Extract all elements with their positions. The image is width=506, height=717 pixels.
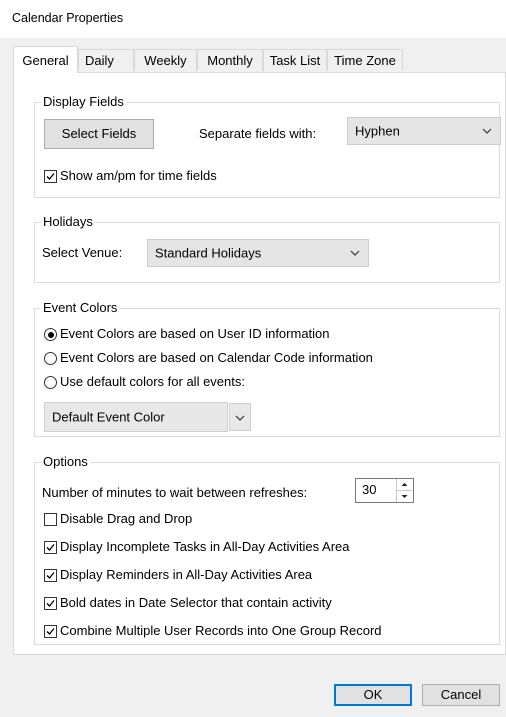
show-ampm-label: Show am/pm for time fields: [60, 168, 217, 183]
cancel-button[interactable]: Cancel: [422, 684, 500, 706]
spinner-down-button[interactable]: [397, 491, 412, 503]
radio-default-colors-label: Use default colors for all events:: [60, 374, 245, 389]
disable-drag-drop-checkbox[interactable]: [44, 513, 57, 526]
tab-monthly[interactable]: Monthly: [197, 49, 263, 71]
tab-weekly[interactable]: Weekly: [134, 49, 197, 71]
separate-fields-label: Separate fields with:: [199, 126, 317, 141]
tab-task-list[interactable]: Task List: [263, 49, 327, 71]
default-color-dropdown-button[interactable]: [229, 403, 251, 431]
incomplete-tasks-checkbox[interactable]: [44, 541, 57, 554]
radio-user-id-label: Event Colors are based on User ID inform…: [60, 326, 330, 341]
bold-dates-label: Bold dates in Date Selector that contain…: [60, 595, 332, 610]
bold-dates-checkbox[interactable]: [44, 597, 57, 610]
ok-button[interactable]: OK: [334, 684, 412, 706]
separator-dropdown[interactable]: Hyphen: [347, 117, 501, 145]
venue-value: Standard Holidays: [155, 245, 262, 261]
checkmark-icon: [46, 628, 55, 635]
radio-selected-dot: [47, 331, 54, 338]
chevron-down-icon: [235, 415, 245, 421]
display-fields-legend: Display Fields: [41, 94, 126, 109]
checkmark-icon: [46, 600, 55, 607]
incomplete-tasks-label: Display Incomplete Tasks in All-Day Acti…: [60, 539, 350, 554]
options-legend: Options: [41, 454, 90, 469]
disable-drag-drop-label: Disable Drag and Drop: [60, 511, 193, 526]
radio-default-colors[interactable]: [44, 376, 57, 389]
separator-value: Hyphen: [355, 123, 400, 139]
event-colors-legend: Event Colors: [41, 300, 120, 315]
checkmark-icon: [46, 572, 55, 579]
tab-time-zone[interactable]: Time Zone: [327, 49, 403, 71]
show-ampm-checkbox[interactable]: [44, 170, 57, 183]
venue-dropdown[interactable]: Standard Holidays: [147, 239, 369, 267]
chevron-down-icon: [482, 128, 492, 134]
combine-records-label: Combine Multiple User Records into One G…: [60, 623, 382, 638]
radio-calendar-code[interactable]: [44, 352, 57, 365]
radio-user-id[interactable]: [44, 328, 57, 341]
checkmark-icon: [46, 173, 55, 180]
window-title: Calendar Properties: [12, 11, 124, 25]
checkmark-icon: [46, 544, 55, 551]
refresh-minutes-spinner[interactable]: 30: [355, 478, 414, 503]
holidays-legend: Holidays: [41, 214, 95, 229]
default-color-value: Default Event Color: [52, 409, 165, 425]
chevron-down-icon: [350, 250, 360, 256]
holidays-group: Holidays Select Venue: Standard Holidays: [34, 214, 500, 283]
reminders-label: Display Reminders in All-Day Activities …: [60, 567, 313, 582]
tab-daily[interactable]: Daily: [78, 49, 134, 71]
caret-down-icon: [401, 494, 408, 498]
default-color-dropdown[interactable]: Default Event Color: [44, 402, 251, 432]
tab-panel-general: Display Fields Select Fields Separate fi…: [13, 72, 506, 655]
tab-strip: General Daily Weekly Monthly Task List T…: [13, 46, 506, 73]
display-fields-group: Display Fields Select Fields Separate fi…: [34, 94, 501, 198]
title-bar: Calendar Properties: [0, 0, 506, 38]
select-venue-label: Select Venue:: [42, 245, 123, 260]
caret-up-icon: [401, 483, 408, 486]
refresh-minutes-value: 30: [362, 482, 377, 497]
combine-records-checkbox[interactable]: [44, 625, 57, 638]
spinner-buttons: [396, 479, 413, 502]
refresh-minutes-label: Number of minutes to wait between refres…: [42, 485, 308, 500]
options-group: Options Number of minutes to wait betwee…: [34, 454, 500, 645]
tab-general[interactable]: General: [13, 46, 78, 73]
radio-calendar-code-label: Event Colors are based on Calendar Code …: [60, 350, 373, 365]
spinner-up-button[interactable]: [397, 479, 412, 491]
reminders-checkbox[interactable]: [44, 569, 57, 582]
select-fields-button[interactable]: Select Fields: [44, 119, 154, 149]
event-colors-group: Event Colors Event Colors are based on U…: [34, 300, 500, 437]
